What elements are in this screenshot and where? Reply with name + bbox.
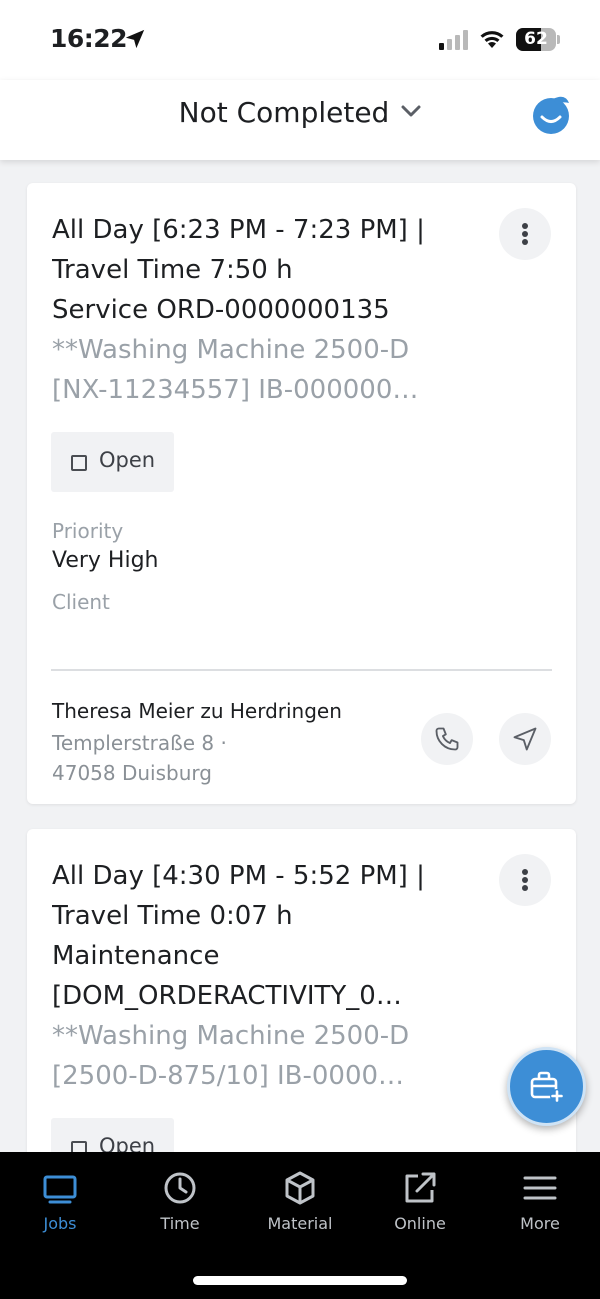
wifi-icon <box>480 31 504 48</box>
tab-label: Online <box>394 1214 446 1233</box>
status-label: Open <box>99 448 156 472</box>
checkbox-icon <box>71 1141 87 1152</box>
location-arrow-icon <box>125 29 145 49</box>
navigate-button[interactable] <box>499 713 551 765</box>
nav-header: Not Completed <box>0 80 600 160</box>
priority-value: Very High <box>52 548 159 573</box>
external-link-icon <box>405 1172 436 1203</box>
job-title: All Day [6:23 PM - 7:23 PM] | Travel Tim… <box>52 210 472 410</box>
battery-level: 62 <box>524 29 548 49</box>
contact-name: Theresa Meier zu Herdringen <box>52 699 342 723</box>
phone-icon <box>435 727 459 751</box>
tab-bar: Jobs Time Material Online More <box>0 1152 600 1299</box>
tab-online[interactable]: Online <box>360 1170 480 1233</box>
job-travel-time: Travel Time 7:50 h <box>52 255 293 285</box>
cellular-signal-icon <box>439 30 468 50</box>
job-equipment: **Washing Machine 2500-D <box>52 1021 410 1051</box>
job-order-number: [DOM_ORDERACTIVITY_0… <box>52 981 402 1011</box>
tab-label: More <box>520 1214 560 1233</box>
client-label: Client <box>52 590 110 614</box>
tab-jobs[interactable]: Jobs <box>0 1170 120 1233</box>
create-job-button[interactable] <box>507 1047 586 1126</box>
avatar[interactable] <box>531 95 571 135</box>
address-street: Templerstraße 8 · <box>52 731 227 755</box>
job-equipment-id: [NX-11234557] IB-000000… <box>52 375 419 405</box>
divider <box>51 669 552 671</box>
chevron-down-icon <box>401 105 421 117</box>
job-title: All Day [4:30 PM - 5:52 PM] | Travel Tim… <box>52 856 472 1096</box>
status-time: 16:22 <box>50 24 128 53</box>
checkbox-icon <box>71 455 87 471</box>
page-title: Not Completed <box>178 96 390 129</box>
job-time-range: All Day [6:23 PM - 7:23 PM] | <box>52 215 425 245</box>
job-order-number: Service ORD-0000000135 <box>52 295 390 325</box>
address-city: 47058 Duisburg <box>52 761 212 785</box>
job-type: Maintenance <box>52 941 220 971</box>
tab-time[interactable]: Time <box>120 1170 240 1233</box>
tab-material[interactable]: Material <box>240 1170 360 1233</box>
hamburger-menu-icon <box>523 1176 557 1200</box>
battery-indicator: 62 <box>516 28 560 51</box>
status-bar: 16:22 62 <box>0 0 600 80</box>
job-equipment-id: [2500-D-875/10] IB-0000… <box>52 1061 405 1091</box>
job-travel-time: Travel Time 0:07 h <box>52 901 293 931</box>
filter-dropdown[interactable]: Not Completed <box>0 96 600 129</box>
status-chip[interactable]: Open <box>51 1118 174 1152</box>
navigation-arrow-icon <box>513 727 537 751</box>
job-card[interactable]: All Day [4:30 PM - 5:52 PM] | Travel Tim… <box>27 829 576 1152</box>
cube-icon <box>285 1171 315 1205</box>
job-equipment: **Washing Machine 2500-D <box>52 335 410 365</box>
status-chip[interactable]: Open <box>51 432 174 492</box>
home-indicator <box>193 1276 407 1285</box>
clock-icon <box>164 1172 196 1204</box>
job-time-range: All Day [4:30 PM - 5:52 PM] | <box>52 861 425 891</box>
briefcase-plus-icon <box>530 1071 564 1103</box>
job-menu-button[interactable] <box>499 208 551 260</box>
call-button[interactable] <box>421 713 473 765</box>
contact-address: Templerstraße 8 · 47058 Duisburg <box>52 728 352 788</box>
jobs-icon <box>43 1175 77 1204</box>
tab-label: Time <box>160 1214 200 1233</box>
job-menu-button[interactable] <box>499 854 551 906</box>
priority-label: Priority <box>52 519 124 543</box>
tab-label: Jobs <box>43 1214 77 1233</box>
tab-label: Material <box>267 1214 333 1233</box>
tab-more[interactable]: More <box>480 1170 600 1233</box>
job-list[interactable]: All Day [6:23 PM - 7:23 PM] | Travel Tim… <box>0 160 600 1152</box>
status-label: Open <box>99 1134 156 1152</box>
job-card[interactable]: All Day [6:23 PM - 7:23 PM] | Travel Tim… <box>27 183 576 804</box>
